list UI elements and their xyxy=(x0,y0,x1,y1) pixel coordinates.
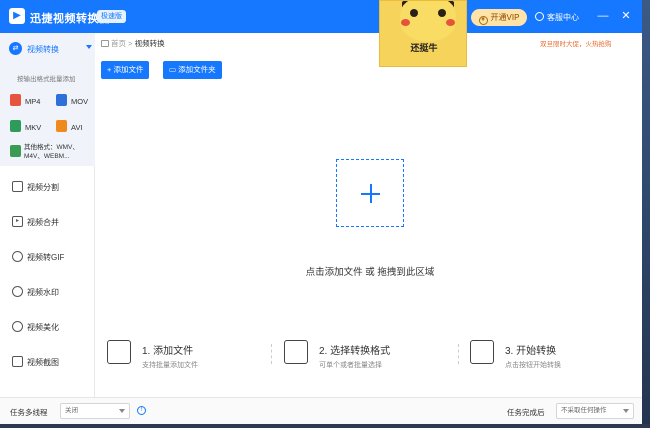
plus-icon-vertical xyxy=(370,184,372,203)
step-title: 1. 添加文件 xyxy=(142,346,194,357)
other-formats-label: 其他格式：WMV、M4V、WEBM... xyxy=(24,144,79,160)
mkv-file-icon xyxy=(10,120,21,132)
format-mkv[interactable]: MKV xyxy=(10,120,41,132)
beautify-icon xyxy=(12,321,23,332)
format-avi[interactable]: AVI xyxy=(56,120,83,132)
add-folder-label: 添加文件夹 xyxy=(178,65,216,74)
threads-value: 关闭 xyxy=(65,407,78,414)
threads-label: 任务多线程 xyxy=(10,408,48,417)
open-vip-button[interactable]: ¥ 开通VIP xyxy=(471,9,527,26)
after-task-select[interactable]: 不采取任何操作 xyxy=(556,403,634,419)
format-other[interactable]: 其他格式：WMV、M4V、WEBM... xyxy=(10,143,92,161)
format-hint: 按输出格式批量添加 xyxy=(17,76,76,83)
sidebar-item-video-convert[interactable]: ⇄ 视频转换 xyxy=(0,37,95,61)
format-mp4[interactable]: MP4 xyxy=(10,94,40,106)
convert-icon: ⇄ xyxy=(9,42,22,55)
format-label: MOV xyxy=(71,97,89,106)
vip-crown-icon: ¥ xyxy=(478,16,488,25)
customer-service-button[interactable]: 客服中心 xyxy=(535,12,579,23)
sticker-eye-left xyxy=(410,9,418,17)
step-desc: 支持批量添加文件 xyxy=(142,362,198,369)
close-icon[interactable]: ✕ xyxy=(620,10,632,22)
add-file-button[interactable]: + 添加文件 xyxy=(101,61,150,79)
merge-icon: ▸ xyxy=(12,216,23,227)
service-label: 客服中心 xyxy=(547,13,579,22)
breadcrumb-home[interactable]: 首页 xyxy=(111,39,126,48)
chevron-down-icon xyxy=(623,409,629,413)
step-separator xyxy=(271,344,275,364)
vip-label: 开通VIP xyxy=(490,13,520,22)
app-window: ▶ 迅捷视频转换器 极速版 ¥ 开通VIP 客服中心 — ✕ 还挺牛 ⇄ 视频转换… xyxy=(0,0,642,424)
watermark-icon xyxy=(12,286,23,297)
format-label: MKV xyxy=(25,123,42,132)
step-title: 2. 选择转换格式 xyxy=(319,346,391,357)
taskbar-edge xyxy=(0,424,650,428)
sticker-face xyxy=(400,1,456,41)
nav-label: 视频水印 xyxy=(27,288,59,297)
sidebar-active-label: 视频转换 xyxy=(27,45,59,54)
folder-icon: ▭ xyxy=(169,65,179,74)
step-desc: 点击按钮开始转换 xyxy=(505,362,561,369)
nav-label: 视频截图 xyxy=(27,358,59,367)
chevron-down-icon xyxy=(119,409,125,413)
desktop-background xyxy=(642,0,650,428)
status-bar: 任务多线程 关闭 ! 任务完成后 不采取任何操作 xyxy=(0,397,642,424)
sidebar-item-screenshot[interactable]: 视频截图 xyxy=(0,351,95,373)
format-mov[interactable]: MOV xyxy=(56,94,88,106)
sidebar-item-beautify[interactable]: 视频美化 xyxy=(0,316,95,338)
nav-label: 视频转GIF xyxy=(27,253,65,262)
nav-label: 视频分割 xyxy=(27,183,59,192)
add-folder-button[interactable]: ▭ 添加文件夹 xyxy=(163,61,222,79)
drop-zone-text: 点击添加文件 或 拖拽到此区域 xyxy=(305,267,435,278)
mov-file-icon xyxy=(56,94,67,106)
add-file-icon xyxy=(107,340,131,364)
screenshot-icon xyxy=(12,356,23,367)
nav-label: 视频美化 xyxy=(27,323,59,332)
step-separator xyxy=(458,344,462,364)
threads-select[interactable]: 关闭 xyxy=(60,403,130,419)
avi-file-icon xyxy=(56,120,67,132)
breadcrumb-current: 视频转换 xyxy=(134,39,165,48)
switch-format-icon xyxy=(284,340,308,364)
app-logo-icon: ▶ xyxy=(9,8,25,24)
after-task-label: 任务完成后 xyxy=(507,408,545,417)
format-label: MP4 xyxy=(25,97,41,106)
breadcrumb: 首页 > 视频转换 xyxy=(101,38,165,49)
sidebar: ⇄ 视频转换 按输出格式批量添加 MP4 MOV MKV AVI 其他格式：WM… xyxy=(0,33,95,397)
home-icon xyxy=(101,40,109,47)
sidebar-item-watermark[interactable]: 视频水印 xyxy=(0,281,95,303)
promo-link[interactable]: 双旦限时大促，火热抢购 xyxy=(540,38,612,48)
info-icon[interactable]: ! xyxy=(137,406,146,415)
breadcrumb-separator: > xyxy=(128,39,133,48)
minimize-icon[interactable]: — xyxy=(597,10,609,22)
chevron-down-icon xyxy=(86,45,92,49)
title-bar: ▶ 迅捷视频转换器 极速版 ¥ 开通VIP 客服中心 — ✕ xyxy=(0,0,642,33)
sidebar-item-merge[interactable]: ▸ 视频合并 xyxy=(0,211,95,233)
sidebar-item-gif[interactable]: 视频转GIF xyxy=(0,246,95,268)
drop-zone[interactable] xyxy=(336,159,404,227)
headset-icon xyxy=(535,12,544,21)
sticker-cheek-right xyxy=(446,19,455,26)
sidebar-item-split[interactable]: 视频分割 xyxy=(0,176,95,198)
step-desc: 可单个或者批量选择 xyxy=(319,362,382,369)
sticker-caption: 还挺牛 xyxy=(410,43,438,53)
split-icon xyxy=(12,181,23,192)
edition-badge: 极速版 xyxy=(97,10,126,23)
gif-icon xyxy=(12,251,23,262)
mp4-file-icon xyxy=(10,94,21,106)
sticker-cheek-left xyxy=(401,19,410,26)
other-file-icon xyxy=(10,145,21,157)
after-task-value: 不采取任何操作 xyxy=(561,407,607,414)
nav-label: 视频合并 xyxy=(27,218,59,227)
format-label: AVI xyxy=(71,123,83,132)
step-title: 3. 开始转换 xyxy=(505,346,557,357)
sticker-image: 还挺牛 xyxy=(379,0,467,67)
sticker-eye-right xyxy=(438,9,446,17)
clapperboard-icon xyxy=(470,340,494,364)
